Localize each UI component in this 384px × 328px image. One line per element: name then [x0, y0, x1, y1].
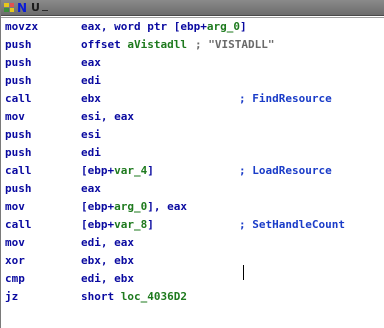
- mnemonic[interactable]: push: [5, 126, 32, 144]
- mnemonic[interactable]: call: [5, 90, 32, 108]
- asm-line[interactable]: push offset aVistadll; "VISTADLL": [1, 36, 384, 54]
- asm-line[interactable]: push eax: [1, 180, 384, 198]
- operand[interactable]: eax, word ptr [ebp+arg_0]: [81, 18, 247, 36]
- asm-line[interactable]: push esi: [1, 126, 384, 144]
- assembly-listing[interactable]: movzx eax, word ptr [ebp+arg_0] push offset…: [1, 17, 384, 328]
- asm-line[interactable]: call [ebp+var_8] ; SetHandleCount: [1, 216, 384, 234]
- operand[interactable]: eax: [81, 180, 101, 198]
- operand[interactable]: edi: [81, 72, 101, 90]
- operand[interactable]: edi, eax: [81, 234, 134, 252]
- mnemonic[interactable]: mov: [5, 198, 25, 216]
- asm-line[interactable]: mov [ebp+arg_0], eax: [1, 198, 384, 216]
- operand[interactable]: [ebp+var_8]: [81, 216, 154, 234]
- asm-line[interactable]: movzx eax, word ptr [ebp+arg_0]: [1, 18, 384, 36]
- operand[interactable]: short loc_4036D2: [81, 288, 187, 306]
- operand[interactable]: offset aVistadll; "VISTADLL": [81, 36, 274, 54]
- asm-line[interactable]: push edi: [1, 72, 384, 90]
- mnemonic[interactable]: call: [5, 216, 32, 234]
- operand[interactable]: eax: [81, 54, 101, 72]
- asm-line[interactable]: push edi: [1, 144, 384, 162]
- graph-node-color-icon[interactable]: [4, 3, 14, 12]
- asm-line[interactable]: push eax: [1, 54, 384, 72]
- asm-line[interactable]: xor ebx, ebx: [1, 252, 384, 270]
- symbol-name[interactable]: aVistadll: [127, 38, 187, 51]
- operand[interactable]: ebx: [81, 90, 101, 108]
- asm-line[interactable]: mov edi, eax: [1, 234, 384, 252]
- mnemonic[interactable]: call: [5, 162, 32, 180]
- operand[interactable]: [ebp+arg_0], eax: [81, 198, 187, 216]
- node-user-letter: U: [31, 0, 40, 14]
- symbol-name[interactable]: var_4: [114, 164, 147, 177]
- asm-line[interactable]: cmp edi, ebx: [1, 270, 384, 288]
- mnemonic[interactable]: push: [5, 54, 32, 72]
- asm-line[interactable]: jz short loc_4036D2: [1, 288, 384, 306]
- mnemonic[interactable]: mov: [5, 234, 25, 252]
- operand[interactable]: edi: [81, 144, 101, 162]
- comment: ; FindResource: [239, 92, 332, 105]
- operand[interactable]: esi: [81, 126, 101, 144]
- mnemonic[interactable]: movzx: [5, 18, 38, 36]
- comment: ; LoadResource: [239, 164, 332, 177]
- comment: ; "VISTADLL": [194, 38, 275, 51]
- mnemonic[interactable]: push: [5, 72, 32, 90]
- operand[interactable]: edi, ebx: [81, 270, 134, 288]
- mnemonic[interactable]: xor: [5, 252, 25, 270]
- node-name-letter: N: [17, 0, 28, 15]
- text-cursor: [243, 265, 244, 280]
- mnemonic[interactable]: push: [5, 144, 32, 162]
- mnemonic[interactable]: push: [5, 36, 32, 54]
- symbol-name[interactable]: arg_0: [114, 200, 147, 213]
- graph-node-header: N U: [1, 0, 384, 16]
- symbol-name[interactable]: loc_4036D2: [121, 290, 187, 303]
- symbol-name[interactable]: arg_0: [207, 20, 240, 33]
- asm-line[interactable]: call ebx ; FindResource: [1, 90, 384, 108]
- node-underscore-mark: [41, 9, 48, 11]
- disassembly-window: N U movzx eax, word ptr [ebp+arg_0] push of…: [0, 0, 384, 328]
- operand[interactable]: esi, eax: [81, 108, 134, 126]
- asm-line[interactable]: call [ebp+var_4] ; LoadResource: [1, 162, 384, 180]
- symbol-name[interactable]: var_8: [114, 218, 147, 231]
- operand[interactable]: [ebp+var_4]: [81, 162, 154, 180]
- mnemonic[interactable]: push: [5, 180, 32, 198]
- mnemonic[interactable]: jz: [5, 288, 18, 306]
- asm-line[interactable]: mov esi, eax: [1, 108, 384, 126]
- comment: ; SetHandleCount: [239, 218, 345, 231]
- operand[interactable]: ebx, ebx: [81, 252, 134, 270]
- mnemonic[interactable]: mov: [5, 108, 25, 126]
- mnemonic[interactable]: cmp: [5, 270, 25, 288]
